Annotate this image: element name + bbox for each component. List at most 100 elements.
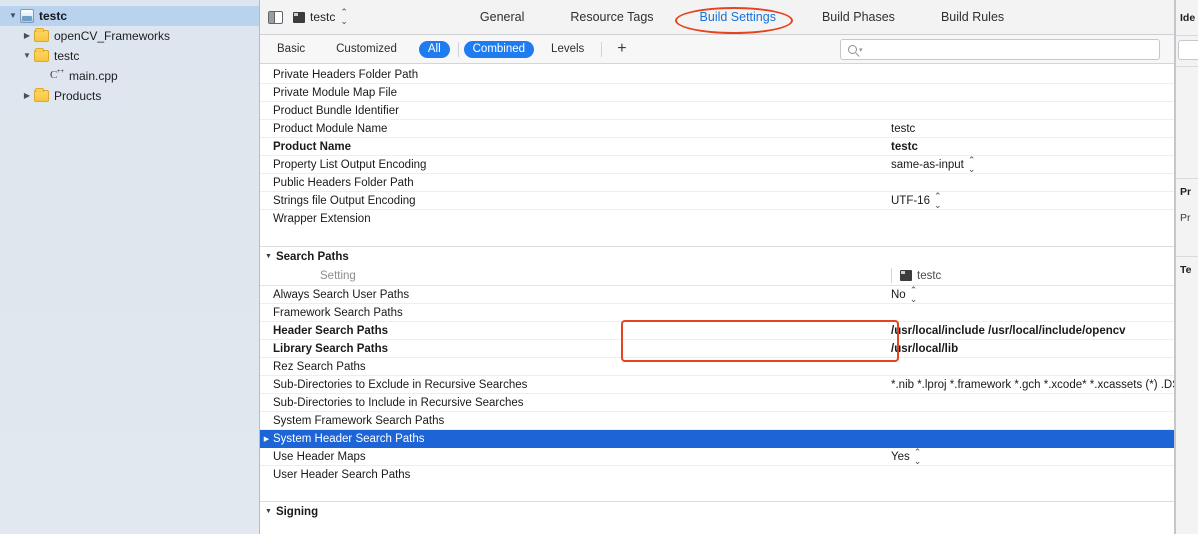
table-column-header: Setting testc <box>260 266 1174 286</box>
setting-name: Strings file Output Encoding <box>273 194 416 207</box>
chevron-updown-icon[interactable] <box>968 156 975 174</box>
disclosure-triangle-open-icon[interactable]: ▼ <box>265 253 272 260</box>
chevron-down-icon[interactable]: ▾ <box>859 46 863 54</box>
table-row[interactable]: User Header Search Paths <box>260 466 1174 484</box>
setting-name: Property List Output Encoding <box>273 158 427 171</box>
filter-all-button[interactable]: All <box>418 40 450 58</box>
folder-icon <box>34 28 49 42</box>
disclosure-triangle-open-icon[interactable] <box>6 9 20 23</box>
setting-value[interactable]: /usr/local/lib <box>891 343 958 355</box>
column-header-target-label: testc <box>917 269 942 282</box>
setting-value[interactable]: testc <box>891 141 918 153</box>
disclosure-triangle-open-icon[interactable]: ▼ <box>265 508 272 515</box>
target-label: testc <box>310 10 336 24</box>
tab-resource-tags[interactable]: Resource Tags <box>547 0 676 35</box>
setting-value[interactable]: /usr/local/include /usr/local/include/op… <box>891 325 1126 337</box>
setting-value[interactable]: *.nib *.lproj *.framework *.gch *.xcode*… <box>891 379 1174 391</box>
table-row[interactable]: System Framework Search Paths <box>260 412 1174 430</box>
setting-value-wrap[interactable]: same-as-input <box>891 156 974 174</box>
target-icon <box>293 11 305 23</box>
setting-name: Library Search Paths <box>273 342 389 355</box>
table-row[interactable]: Rez Search Paths <box>260 358 1174 376</box>
table-row[interactable]: Header Search Paths /usr/local/include /… <box>260 322 1174 340</box>
setting-name: Product Module Name <box>273 122 388 135</box>
add-build-setting-button[interactable]: + <box>607 41 636 57</box>
setting-value-wrap[interactable]: UTF-16 <box>891 192 941 210</box>
table-row[interactable]: Product Name testc <box>260 138 1174 156</box>
tab-build-phases[interactable]: Build Phases <box>799 0 918 35</box>
setting-name: Always Search User Paths <box>273 288 410 301</box>
table-row[interactable]: Use Header Maps Yes <box>260 448 1174 466</box>
folder-icon <box>34 88 49 102</box>
xcode-window: testc openCV_Frameworks testc main.cpp P… <box>0 0 1198 534</box>
disclosure-triangle-closed-icon[interactable]: ▶ <box>260 435 273 443</box>
table-row[interactable]: Always Search User Paths No <box>260 286 1174 304</box>
setting-name: User Header Search Paths <box>273 469 411 481</box>
disclosure-triangle-closed-icon[interactable] <box>20 89 34 103</box>
section-gap-2 <box>260 484 1174 501</box>
table-row[interactable]: Private Headers Folder Path <box>260 66 1174 84</box>
utility-divider <box>1176 178 1198 179</box>
filter-customized-button[interactable]: Customized <box>327 41 406 58</box>
table-row[interactable]: Wrapper Extension <box>260 210 1174 228</box>
setting-value-wrap[interactable]: No <box>891 286 916 304</box>
disclosure-triangle-open-icon[interactable] <box>20 49 34 63</box>
build-settings-table[interactable]: Private Headers Folder Path Private Modu… <box>260 64 1174 534</box>
table-row[interactable]: Sub-Directories to Exclude in Recursive … <box>260 376 1174 394</box>
table-row-selected[interactable]: ▶ System Header Search Paths <box>260 430 1174 448</box>
jump-bar: testc <box>260 8 347 26</box>
setting-value: UTF-16 <box>891 194 930 207</box>
setting-name: Framework Search Paths <box>273 306 403 319</box>
chevron-updown-icon[interactable] <box>934 192 941 210</box>
chevron-updown-icon[interactable] <box>910 286 917 304</box>
project-icon <box>20 9 34 23</box>
filter-levels-button[interactable]: Levels <box>542 41 593 58</box>
navigator-item-label: openCV_Frameworks <box>54 29 171 43</box>
navigator-item-label: testc <box>39 9 68 23</box>
editor-layout-toggle-icon[interactable] <box>268 10 283 24</box>
filter-basic-button[interactable]: Basic <box>268 41 314 58</box>
table-row[interactable]: Public Headers Folder Path <box>260 174 1174 192</box>
setting-value[interactable]: testc <box>891 123 915 135</box>
disclosure-triangle-closed-icon[interactable] <box>20 29 34 43</box>
utility-field[interactable] <box>1178 40 1198 60</box>
chevron-updown-icon[interactable] <box>914 448 921 466</box>
navigator-item-products[interactable]: Products <box>0 86 259 106</box>
filter-divider <box>457 41 459 57</box>
navigator-item-main-cpp[interactable]: main.cpp <box>0 66 259 86</box>
setting-value: same-as-input <box>891 158 964 171</box>
navigator-item-label: main.cpp <box>69 69 118 83</box>
navigator-item-opencv-frameworks[interactable]: openCV_Frameworks <box>0 26 259 46</box>
setting-value-wrap[interactable]: Yes <box>891 448 920 466</box>
table-row[interactable]: Product Bundle Identifier <box>260 102 1174 120</box>
setting-name: Rez Search Paths <box>273 360 366 373</box>
table-row[interactable]: Property List Output Encoding same-as-in… <box>260 156 1174 174</box>
tab-build-settings[interactable]: Build Settings <box>677 0 799 35</box>
navigator-item-testc-group[interactable]: testc <box>0 46 259 66</box>
setting-name: System Framework Search Paths <box>273 414 445 427</box>
editor-tab-bar: testc General Resource Tags Build Settin… <box>260 0 1174 35</box>
navigator-item-project[interactable]: testc <box>0 6 259 26</box>
build-settings-search-field[interactable]: ▾ <box>840 39 1160 60</box>
tab-build-rules[interactable]: Build Rules <box>918 0 1027 35</box>
utilities-panel[interactable]: Ide Pr Pr Te <box>1175 0 1198 534</box>
table-row[interactable]: Product Module Name testc <box>260 120 1174 138</box>
table-row[interactable]: Private Module Map File <box>260 84 1174 102</box>
setting-value: No <box>891 288 906 301</box>
setting-name: Sub-Directories to Exclude in Recursive … <box>273 378 528 391</box>
column-header-target: testc <box>891 268 941 283</box>
table-row[interactable]: Library Search Paths /usr/local/lib <box>260 340 1174 358</box>
chevron-updown-icon[interactable] <box>340 8 347 26</box>
group-header-search-paths[interactable]: ▼ Search Paths <box>260 246 1174 266</box>
utility-label-project: Pr <box>1180 186 1192 198</box>
tab-general[interactable]: General <box>457 0 547 35</box>
table-row[interactable]: Strings file Output Encoding UTF-16 <box>260 192 1174 210</box>
setting-name: Wrapper Extension <box>273 213 371 225</box>
project-navigator[interactable]: testc openCV_Frameworks testc main.cpp P… <box>0 0 260 534</box>
group-header-signing[interactable]: ▼ Signing <box>260 501 1174 521</box>
filter-combined-button[interactable]: Combined <box>463 40 535 58</box>
target-selector[interactable]: testc <box>293 8 347 26</box>
table-row[interactable]: Sub-Directories to Include in Recursive … <box>260 394 1174 412</box>
table-row[interactable]: Framework Search Paths <box>260 304 1174 322</box>
